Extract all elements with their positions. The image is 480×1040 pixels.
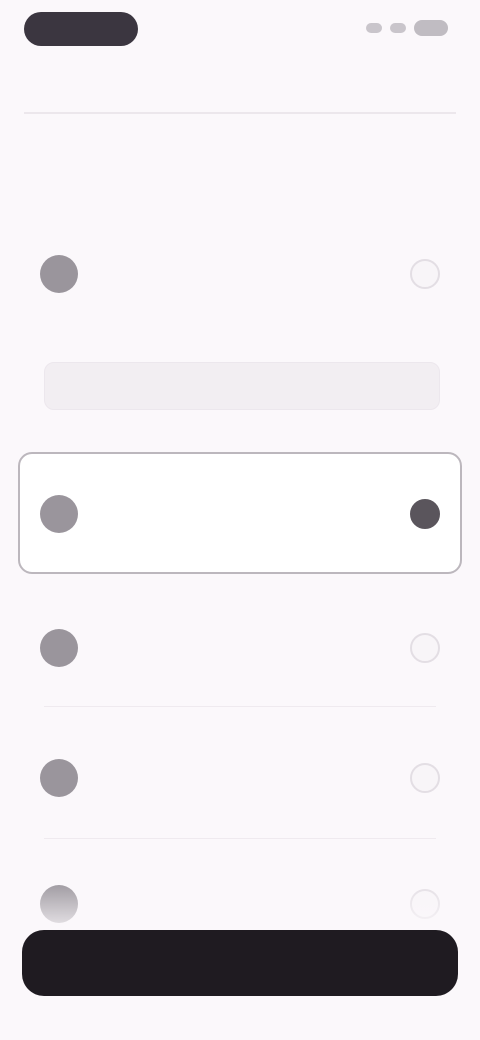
option-row-1[interactable] xyxy=(20,252,460,296)
battery-icon xyxy=(414,20,448,36)
status-icons xyxy=(366,20,448,36)
row-divider xyxy=(44,838,436,839)
status-bar xyxy=(0,0,480,62)
option-1-icon xyxy=(40,255,78,293)
option-2-radio[interactable] xyxy=(410,499,440,529)
option-3-icon xyxy=(40,629,78,667)
option-row-3[interactable] xyxy=(20,626,460,670)
wifi-icon xyxy=(390,23,406,33)
header-divider xyxy=(24,112,456,114)
option-row-2[interactable] xyxy=(20,492,460,536)
option-3-radio[interactable] xyxy=(410,633,440,663)
option-4-radio[interactable] xyxy=(410,763,440,793)
option-1-radio[interactable] xyxy=(410,259,440,289)
continue-button[interactable] xyxy=(22,930,458,996)
option-row-4[interactable] xyxy=(20,756,460,800)
option-4-icon xyxy=(40,759,78,797)
row-divider xyxy=(44,706,436,707)
status-time-pill xyxy=(24,12,138,46)
signal-icon xyxy=(366,23,382,33)
option-2-icon xyxy=(40,495,78,533)
details-input[interactable] xyxy=(44,362,440,410)
